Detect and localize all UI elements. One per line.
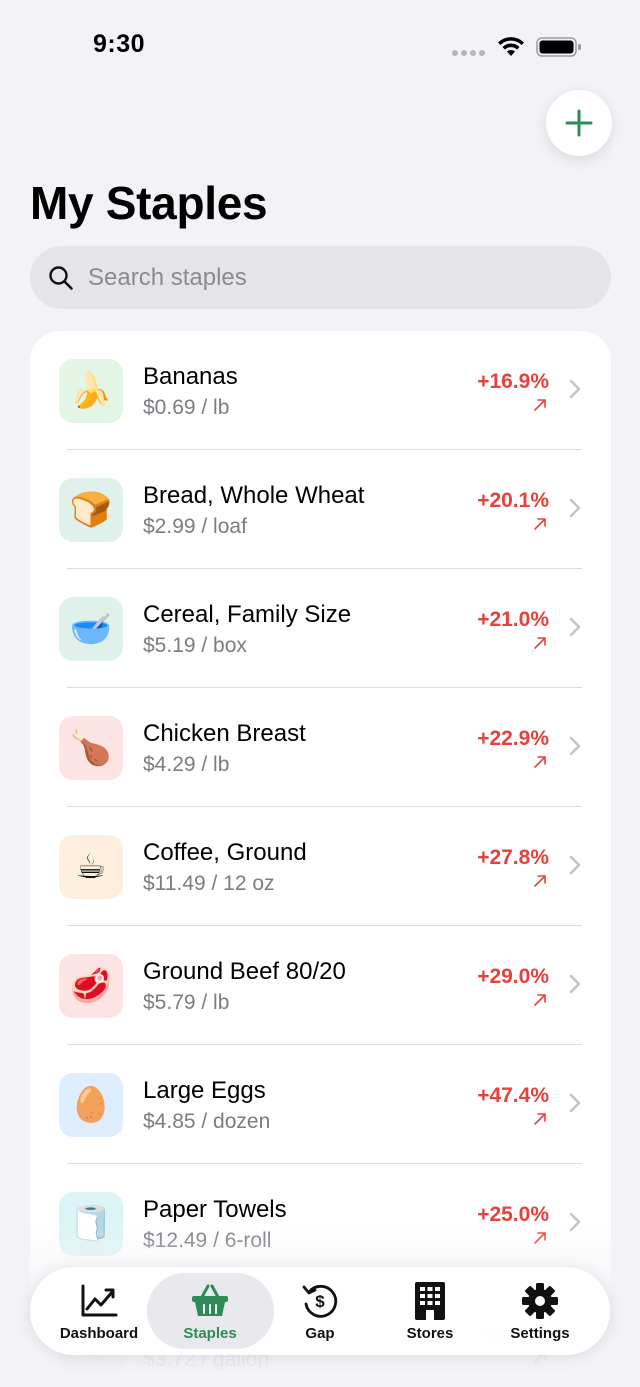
staple-row[interactable]: 🍗 Chicken Breast $4.29 / lb +22.9% bbox=[30, 688, 611, 807]
staple-thumbnail: 🍞 bbox=[59, 478, 123, 542]
staple-row[interactable]: 🍌 Bananas $0.69 / lb +16.9% bbox=[30, 331, 611, 450]
staple-emoji-icon: 🥩 bbox=[69, 967, 113, 1005]
staple-name: Bananas bbox=[143, 363, 238, 390]
svg-text:$: $ bbox=[315, 1292, 325, 1311]
staple-price: $4.29 / lb bbox=[143, 753, 230, 776]
chevron-right-icon bbox=[569, 736, 581, 756]
tab-label-gap: Gap bbox=[305, 1325, 335, 1342]
staple-row[interactable]: 🥚 Large Eggs $4.85 / dozen +47.4% bbox=[30, 1045, 611, 1164]
chevron-right-icon bbox=[569, 1093, 581, 1113]
tab-dashboard[interactable]: Dashboard bbox=[44, 1267, 154, 1355]
staple-price: $5.79 / lb bbox=[143, 991, 230, 1014]
trend-up-arrow-icon bbox=[534, 637, 546, 649]
staple-thumbnail: ☕ bbox=[59, 835, 123, 899]
gear-icon bbox=[522, 1283, 558, 1319]
staple-thumbnail: 🍗 bbox=[59, 716, 123, 780]
chevron-right-icon bbox=[569, 974, 581, 994]
search-bar[interactable] bbox=[30, 246, 611, 309]
price-change: +21.0% bbox=[477, 608, 549, 631]
search-icon bbox=[49, 265, 73, 290]
staple-emoji-icon: 🍌 bbox=[69, 372, 113, 410]
tab-bar: Dashboard Staples $ Gap Stores Settings bbox=[30, 1267, 610, 1355]
trend-up-arrow-icon bbox=[534, 994, 546, 1006]
chevron-right-icon bbox=[569, 379, 581, 399]
staple-name: Paper Towels bbox=[143, 1196, 287, 1223]
staple-row[interactable]: 🥩 Ground Beef 80/20 $5.79 / lb +29.0% bbox=[30, 926, 611, 1045]
price-change: +16.9% bbox=[477, 370, 549, 393]
tab-label-staples: Staples bbox=[183, 1325, 237, 1342]
tab-settings[interactable]: Settings bbox=[485, 1267, 595, 1355]
staple-name: Coffee, Ground bbox=[143, 839, 307, 866]
tab-staples[interactable]: Staples bbox=[155, 1267, 265, 1355]
price-change: +22.9% bbox=[477, 727, 549, 750]
staple-emoji-icon: ☕ bbox=[75, 848, 107, 886]
trend-up-arrow-icon bbox=[534, 518, 546, 530]
staple-name: Chicken Breast bbox=[143, 720, 306, 747]
staple-price: $4.85 / dozen bbox=[143, 1110, 271, 1133]
staple-price: $11.49 / 12 oz bbox=[143, 872, 275, 895]
search-input[interactable] bbox=[88, 263, 558, 292]
trend-chart-icon bbox=[81, 1284, 118, 1317]
trend-up-arrow-icon bbox=[534, 875, 546, 887]
staple-emoji-icon: 🥣 bbox=[69, 610, 113, 648]
staple-price: $5.19 / box bbox=[143, 634, 247, 657]
tab-label-settings: Settings bbox=[510, 1325, 570, 1342]
chevron-right-icon bbox=[569, 855, 581, 875]
wifi-icon bbox=[498, 37, 524, 56]
staple-price: $2.99 / loaf bbox=[143, 515, 247, 538]
trend-up-arrow-icon bbox=[534, 756, 546, 768]
price-change: +25.0% bbox=[477, 1203, 549, 1226]
staple-name: Cereal, Family Size bbox=[143, 601, 352, 628]
staple-thumbnail: 🍌 bbox=[59, 359, 123, 423]
staple-thumbnail: 🥩 bbox=[59, 954, 123, 1018]
staple-emoji-icon: 🍗 bbox=[69, 729, 113, 767]
dollar-refresh-icon: $ bbox=[302, 1284, 338, 1318]
chevron-right-icon bbox=[569, 498, 581, 518]
staple-name: Ground Beef 80/20 bbox=[143, 958, 346, 985]
tab-label-stores: Stores bbox=[406, 1325, 454, 1342]
price-change: +29.0% bbox=[477, 965, 549, 988]
plus-icon bbox=[565, 109, 593, 137]
trend-up-arrow-icon bbox=[534, 1113, 546, 1125]
staple-name: Large Eggs bbox=[143, 1077, 266, 1104]
staple-row[interactable]: ☕ Coffee, Ground $11.49 / 12 oz +27.8% bbox=[30, 807, 611, 926]
cellular-signal-icon bbox=[452, 50, 485, 56]
status-time: 9:30 bbox=[93, 30, 146, 58]
chevron-right-icon bbox=[569, 617, 581, 637]
battery-icon bbox=[536, 37, 581, 57]
status-bar: 9:30 bbox=[0, 0, 640, 94]
staple-thumbnail: 🥚 bbox=[59, 1073, 123, 1137]
building-icon bbox=[415, 1282, 445, 1320]
staple-row[interactable]: 🍞 Bread, Whole Wheat $2.99 / loaf +20.1% bbox=[30, 450, 611, 569]
page-title: My Staples bbox=[30, 177, 268, 229]
price-change: +20.1% bbox=[477, 489, 549, 512]
price-change: +47.4% bbox=[477, 1084, 549, 1107]
staple-price: $0.69 / lb bbox=[143, 396, 230, 419]
staple-thumbnail: 🥣 bbox=[59, 597, 123, 661]
staple-row[interactable]: 🥣 Cereal, Family Size $5.19 / box +21.0% bbox=[30, 569, 611, 688]
basket-icon bbox=[192, 1284, 228, 1316]
staple-emoji-icon: 🥚 bbox=[69, 1086, 113, 1124]
price-change: +27.8% bbox=[477, 846, 549, 869]
staple-name: Bread, Whole Wheat bbox=[143, 482, 365, 509]
tab-gap[interactable]: $ Gap bbox=[265, 1267, 375, 1355]
trend-up-arrow-icon bbox=[534, 399, 546, 411]
staple-emoji-icon: 🍞 bbox=[69, 491, 113, 529]
add-staple-button[interactable] bbox=[546, 90, 612, 156]
tab-label-dashboard: Dashboard bbox=[59, 1325, 139, 1342]
tab-stores[interactable]: Stores bbox=[375, 1267, 485, 1355]
